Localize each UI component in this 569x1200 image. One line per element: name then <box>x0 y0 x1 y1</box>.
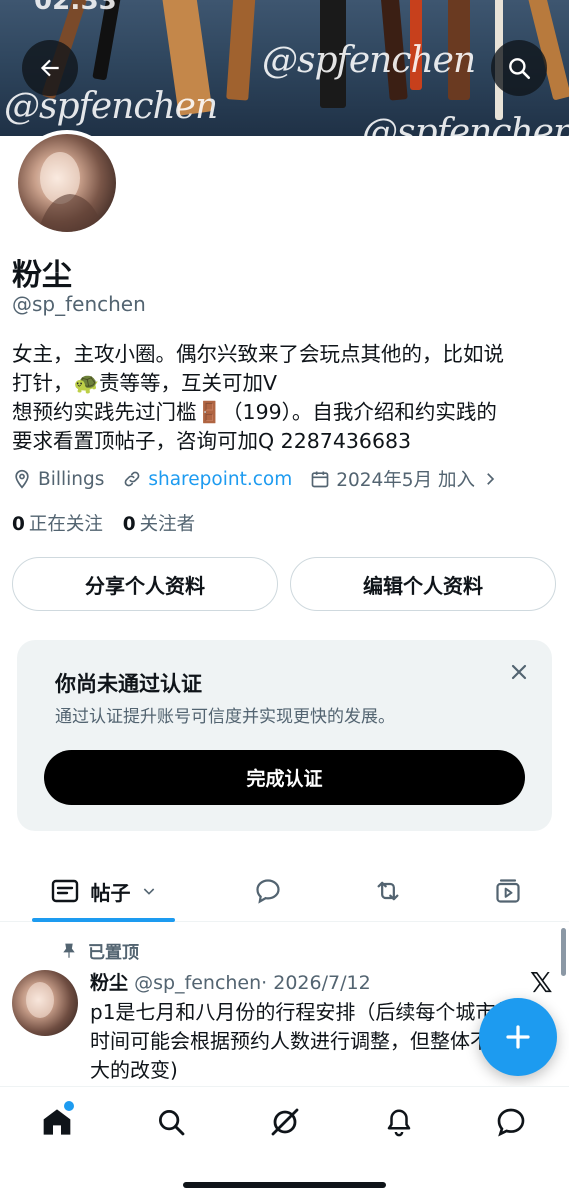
following-link[interactable]: 0 正在关注 <box>12 514 103 535</box>
edit-profile-button[interactable]: 编辑个人资料 <box>290 557 556 611</box>
messages-icon <box>497 1108 525 1137</box>
profile-banner[interactable]: 02:33 @spfenchen @spfenchen @spfenchen <box>0 0 569 136</box>
close-icon <box>511 664 527 680</box>
tab-posts[interactable]: 帖子 <box>32 860 175 922</box>
followers-count: 0 <box>122 514 136 535</box>
tab-reposts[interactable] <box>360 860 416 922</box>
pinned-indicator: 已置顶 <box>60 938 139 963</box>
chevron-down-icon <box>143 888 154 895</box>
banner-watermark: @spfenchen <box>362 112 569 136</box>
pin-icon <box>63 943 75 958</box>
chevron-right-icon <box>487 473 495 485</box>
video-icon <box>496 879 520 903</box>
verification-card: 你尚未通过认证 通过认证提升账号可信度并实现更快的发展。 完成认证 <box>17 640 552 831</box>
nav-search[interactable] <box>154 1105 188 1139</box>
search-icon <box>509 58 531 80</box>
share-profile-button[interactable]: 分享个人资料 <box>12 557 278 611</box>
bio-line: 要求看置顶帖子，咨询可加Q 2287436683 <box>12 429 412 453</box>
tab-replies[interactable] <box>240 860 296 922</box>
status-time: 02:33 <box>34 0 117 16</box>
profile-handle: @sp_fenchen <box>12 292 146 316</box>
search-button[interactable] <box>491 40 547 96</box>
post-header: 粉尘 @sp_fenchen· 2026/7/12 <box>90 968 371 995</box>
bio-line: 女主，主攻小圈。偶尔兴致来了会玩点其他的，比如说 <box>12 342 504 366</box>
following-count: 0 <box>12 514 25 535</box>
active-tab-indicator <box>32 918 175 922</box>
followers-label: 关注者 <box>139 514 196 535</box>
profile-bio: 女主，主攻小圈。偶尔兴致来了会玩点其他的，比如说 打针，🐢责等等，互关可加V 想… <box>12 340 557 456</box>
plus-icon <box>506 1025 530 1049</box>
grok-icon <box>271 1108 299 1136</box>
pinned-label: 已置顶 <box>88 943 139 963</box>
post-author-handle[interactable]: @sp_fenchen <box>134 972 261 994</box>
compose-button[interactable] <box>479 998 557 1076</box>
nav-messages[interactable] <box>494 1105 528 1139</box>
banner-strap <box>226 0 256 101</box>
posts-icon <box>51 879 78 903</box>
arrow-left-icon <box>40 59 59 77</box>
profile-avatar[interactable] <box>14 130 120 236</box>
complete-verification-button[interactable]: 完成认证 <box>44 750 525 805</box>
website-link[interactable]: sharepoint.com <box>148 469 292 490</box>
profile-meta: Billings sharepoint.com 2024年5月 加入 <box>12 466 523 492</box>
profile-location: Billings <box>12 469 104 490</box>
following-label: 正在关注 <box>28 514 103 535</box>
bio-line: 想预约实践先过门槛🚪（199）。自我介绍和约实践的 <box>12 400 497 424</box>
home-indicator[interactable] <box>183 1182 386 1188</box>
scrollbar[interactable] <box>561 928 566 976</box>
post-author-avatar[interactable] <box>12 970 78 1036</box>
calendar-icon <box>311 471 329 488</box>
profile-joined[interactable]: 2024年5月 加入 <box>310 466 505 492</box>
bio-line: 打针，🐢责等等，互关可加V <box>12 371 278 395</box>
verification-close-button[interactable] <box>507 660 531 684</box>
followers-link[interactable]: 0 关注者 <box>123 514 195 535</box>
verification-title: 你尚未通过认证 <box>55 672 202 696</box>
back-button[interactable] <box>22 40 78 96</box>
banner-watermark: @spfenchen <box>262 40 476 81</box>
reply-bubble-icon <box>256 879 280 904</box>
follow-stats: 0 正在关注 0 关注者 <box>12 510 195 536</box>
link-icon <box>124 471 140 487</box>
nav-notifications[interactable] <box>382 1105 416 1139</box>
post-date: · 2026/7/12 <box>261 972 371 994</box>
profile-tabs: 帖子 <box>0 860 569 922</box>
home-notification-dot <box>64 1101 74 1111</box>
post-author-name[interactable]: 粉尘 <box>90 972 128 994</box>
search-icon <box>159 1110 185 1136</box>
location-pin-icon <box>15 469 29 489</box>
profile-name: 粉尘 <box>12 258 72 293</box>
avatar-image <box>26 982 54 1018</box>
nav-grok[interactable] <box>268 1105 302 1139</box>
tab-media[interactable] <box>480 860 536 922</box>
repost-icon <box>377 881 399 901</box>
location-text: Billings <box>38 468 105 490</box>
x-logo-icon: 𝕏 <box>530 966 553 999</box>
profile-website[interactable]: sharepoint.com <box>122 469 292 490</box>
joined-text: 2024年5月 加入 <box>336 470 475 491</box>
tab-posts-label: 帖子 <box>90 880 131 905</box>
avatar-image <box>38 152 104 232</box>
verification-description: 通过认证提升账号可信度并实现更快的发展。 <box>55 707 395 727</box>
notifications-icon <box>387 1109 411 1137</box>
